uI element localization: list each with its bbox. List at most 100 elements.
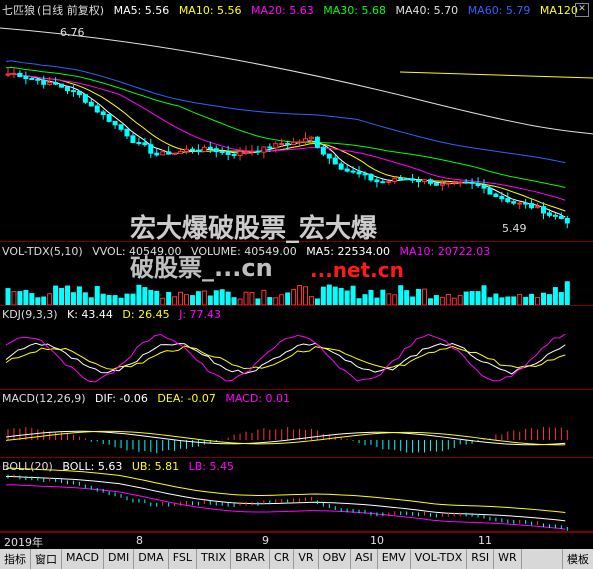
tab-vol-tdx[interactable]: VOL-TDX (411, 549, 468, 569)
ma10-line (5, 73, 566, 212)
tab-trix[interactable]: TRIX (197, 549, 232, 569)
candle-body (487, 187, 493, 195)
volume-bar (410, 296, 416, 305)
candle-body (285, 143, 291, 146)
tab-window[interactable]: 窗口 (31, 549, 62, 569)
candle-body (231, 153, 237, 156)
volume-bar (148, 289, 154, 305)
candle-body (172, 152, 178, 155)
volume-bar (332, 286, 338, 305)
candle-body (136, 142, 142, 145)
candle-body (380, 181, 386, 184)
candle-body (344, 168, 350, 172)
volume-bar (189, 295, 195, 305)
candle-body (314, 136, 320, 148)
tab-obv[interactable]: OBV (319, 549, 351, 569)
volume-bar (535, 297, 541, 305)
tab-brar[interactable]: BRAR (231, 549, 271, 569)
tab-wr[interactable]: WR (494, 549, 522, 569)
volume-bar (231, 297, 237, 305)
volume-bar (65, 285, 70, 305)
stock-name: 七匹狼 (2, 4, 35, 17)
volume-bar (493, 293, 499, 305)
ma5-line (5, 73, 566, 218)
tab-rsi[interactable]: RSI (467, 549, 495, 569)
low-price-label: 5.49 (502, 222, 527, 235)
candle-body (433, 182, 439, 186)
volume-bar (106, 295, 112, 305)
ma20-label: MA20: 5.63 (251, 4, 314, 17)
candle-body (475, 182, 481, 186)
candle-body (338, 163, 344, 170)
date-label-10: 10 (370, 534, 384, 547)
candle-body (189, 148, 195, 151)
volume-bar (237, 298, 243, 305)
ma120-label: MA120 (539, 4, 578, 17)
tab-fsl[interactable]: FSL (169, 549, 197, 569)
ma60-label: MA60: 5.79 (467, 4, 531, 17)
tab-macd[interactable]: MACD (62, 549, 104, 569)
candle-body (219, 151, 225, 154)
volume-bar (5, 288, 11, 305)
volume-bar (201, 290, 207, 305)
kdj-pane[interactable]: KDJ(9,3,3) K: 43.44 D: 26.45 J: 77.43 (0, 306, 593, 390)
volume-pane[interactable]: VOL-TDX(5,10) VVOL: 40549.00 VOLUME: 405… (0, 243, 593, 306)
volume-bar (308, 296, 314, 305)
volume-bar (59, 287, 65, 305)
date-label-8: 8 (136, 534, 143, 547)
candle-body (154, 152, 160, 156)
candle-body (59, 83, 65, 88)
macd-dea-label: DEA: -0.07 (157, 392, 216, 405)
volume-bar (469, 291, 475, 305)
volume-header: VOL-TDX(5,10) VVOL: 40549.00 VOLUME: 405… (2, 245, 496, 258)
volume-bar (195, 291, 201, 305)
candle-body (124, 128, 130, 137)
volume-bar (255, 298, 261, 305)
candle-body (142, 142, 148, 146)
volume-bar (142, 287, 148, 305)
kdj-d-label: D: 26.45 (122, 308, 170, 321)
candle-body (463, 181, 469, 184)
volume-bar (243, 291, 249, 305)
date-label-9: 9 (262, 534, 269, 547)
volume-bar (505, 296, 511, 305)
candle-body (481, 184, 487, 189)
candle-body (303, 138, 308, 143)
candle-body (350, 170, 356, 173)
volume-bar (124, 293, 130, 305)
tab-dmi[interactable]: DMI (104, 549, 135, 569)
volume-bar (35, 297, 41, 305)
price-chart-pane[interactable]: 七匹狼 (日线 前复权) MA5: 5.56 MA10: 5.56 MA20: 5… (0, 0, 593, 242)
volume-bar (487, 297, 493, 305)
tab-emv[interactable]: EMV (378, 549, 411, 569)
volume-bar (11, 291, 17, 305)
boll-ub-label: UB: 5.81 (131, 460, 180, 473)
volume-bar (166, 292, 172, 305)
tab-template[interactable]: 模板 (562, 549, 593, 569)
candle-body (195, 149, 201, 152)
candle-body (404, 178, 410, 181)
vol-title: VOL-TDX(5,10) (2, 245, 83, 258)
ma120-line (399, 71, 593, 79)
tab-vr[interactable]: VR (294, 549, 319, 569)
vol-ma5-label: MA5: 22534.00 (306, 245, 390, 258)
volume-bar (17, 291, 23, 305)
volume-bar (350, 285, 356, 305)
volume-bar (47, 293, 53, 305)
volume-bar (499, 297, 505, 305)
tab-cr[interactable]: CR (270, 549, 295, 569)
boll-lb-label: LB: 5.45 (188, 460, 234, 473)
vol-ma10-label: MA10: 20722.03 (399, 245, 491, 258)
tab-asi[interactable]: ASI (351, 549, 378, 569)
candle-body (201, 146, 207, 152)
macd-pane[interactable]: MACD(12,26,9) DIF: -0.06 DEA: -0.07 MACD… (0, 390, 593, 458)
candle-body (368, 173, 374, 181)
volume-bar (297, 285, 303, 305)
close-icon[interactable]: ✕ (575, 3, 589, 17)
tab-indicator[interactable]: 指标 (0, 549, 31, 569)
tab-dma[interactable]: DMA (134, 549, 169, 569)
boll-pane[interactable]: BOLL(20) BOLL: 5.63 UB: 5.81 LB: 5.45 (0, 458, 593, 532)
volume-bar (112, 295, 118, 305)
candle-body (558, 215, 564, 219)
macd-dif-label: DIF: -0.06 (95, 392, 148, 405)
